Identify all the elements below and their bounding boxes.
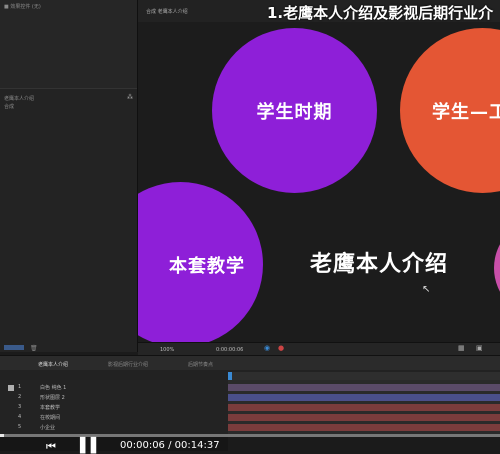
viewer-toolbar: 100% 0:00:00:06 ◉ ● ▦ ▣ (138, 342, 500, 355)
track-bar[interactable] (228, 414, 500, 421)
center-title: 老鹰本人介绍 (310, 252, 449, 277)
layer-number: 5 (18, 424, 22, 430)
circle-course: 本套教学 (138, 182, 263, 342)
color-icon[interactable]: ● (278, 344, 284, 352)
composition-tab[interactable]: 合成 老鹰本人介绍 (146, 8, 188, 15)
project-panel: ■ 效果控件 (无) 老鹰本人介绍 合成 ⁂ 🗑 (0, 0, 138, 352)
layer-label-color (8, 385, 14, 391)
timeline-tab-1[interactable]: 老鹰本人介绍 (38, 361, 68, 368)
layer-name[interactable]: 形状图层 2 (40, 394, 65, 401)
grid-icon[interactable]: ▦ (458, 344, 465, 352)
playhead[interactable] (228, 372, 232, 380)
layer-number: 3 (18, 404, 22, 410)
track-bar[interactable] (228, 424, 500, 431)
trash-icon[interactable]: 🗑 (30, 345, 38, 352)
layer-name[interactable]: 本套教学 (40, 404, 60, 411)
layer-name[interactable]: 在校期间 (40, 414, 60, 421)
composition-viewer[interactable]: 学生时期 学生—工 本套教学 老鹰本人介绍 ↖ (138, 22, 500, 342)
progress-fill (0, 434, 4, 437)
pause-icon[interactable]: ▌▌ (80, 438, 102, 454)
camera-icon[interactable]: ◉ (264, 344, 270, 352)
track-bar[interactable] (228, 394, 500, 401)
layer-number: 1 (18, 384, 22, 390)
track-bar[interactable] (228, 404, 500, 411)
timeline-tab-3[interactable]: 后期节奏点 (188, 361, 213, 368)
circle-label: 学生时期 (256, 101, 333, 123)
circle-partial (494, 218, 500, 318)
layer-number: 2 (18, 394, 22, 400)
project-item-1[interactable]: 老鹰本人介绍 (4, 95, 34, 102)
progress-bar[interactable] (0, 434, 500, 437)
layer-row[interactable]: 2 形状图层 2 (0, 394, 228, 402)
bpc-indicator[interactable] (4, 345, 24, 350)
viewer-timecode[interactable]: 0:00:00:06 (216, 347, 243, 353)
layer-name[interactable]: 白色 纯色 1 (40, 384, 66, 391)
layer-row[interactable]: 5 小企业 (0, 424, 228, 432)
mouse-cursor-icon: ↖ (422, 284, 431, 295)
video-title: 1.老鹰本人介绍及影视后期行业介 (267, 4, 494, 22)
timeline-tabbar: 老鹰本人介绍 影视后期行业介绍 后期节奏点 (0, 355, 500, 371)
zoom-select[interactable]: 100% (160, 347, 174, 353)
circle-label: 学生—工 (432, 101, 500, 123)
circle-student-period: 学生时期 (212, 28, 377, 193)
circle-student-work: 学生—工 (400, 28, 500, 193)
track-bar[interactable] (228, 384, 500, 391)
layer-row[interactable]: 1 白色 纯色 1 (0, 384, 228, 392)
panel-header-text: ■ 效果控件 (无) (4, 4, 41, 10)
view-icon[interactable]: ▣ (476, 344, 483, 352)
time-display: 00:00:06 / 00:14:37 (120, 440, 220, 451)
layer-number: 4 (18, 414, 22, 420)
layer-row[interactable]: 4 在校期间 (0, 414, 228, 422)
layer-name[interactable]: 小企业 (40, 424, 55, 431)
project-item-2[interactable]: 合成 (4, 103, 14, 110)
effects-panel (0, 0, 137, 89)
layer-row[interactable]: 3 本套教学 (0, 404, 228, 412)
time-ruler[interactable] (228, 372, 500, 380)
circle-label: 本套教学 (169, 255, 245, 277)
network-icon[interactable]: ⁂ (127, 94, 133, 101)
skip-back-icon[interactable]: ⏮ (46, 440, 56, 454)
timeline-tab-2[interactable]: 影视后期行业介绍 (108, 361, 148, 368)
